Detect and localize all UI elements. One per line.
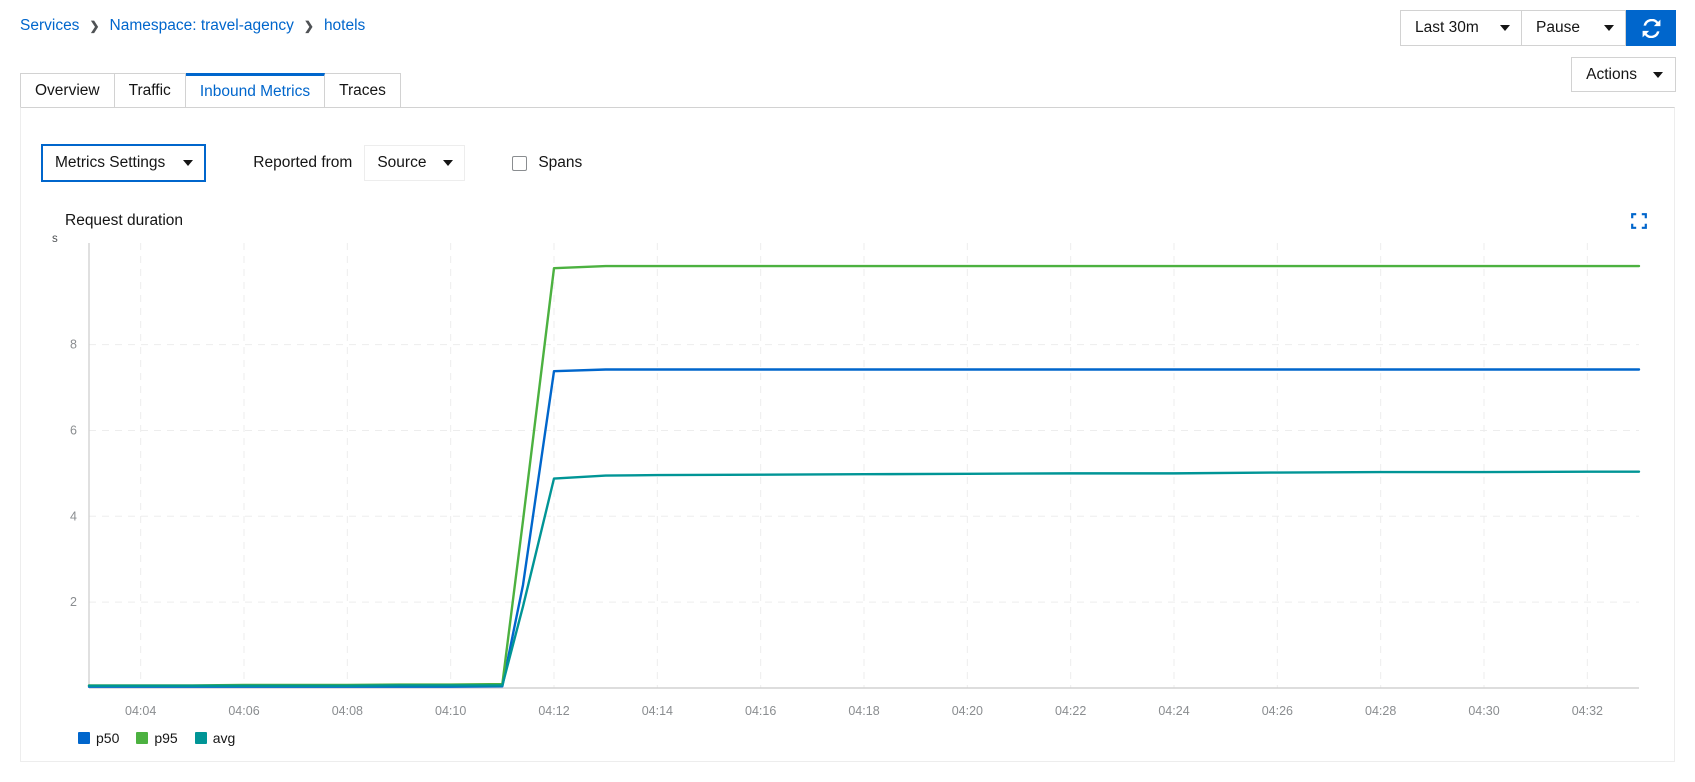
metrics-panel: Metrics Settings Reported from Source Sp… (20, 107, 1675, 762)
refresh-interval-value: Pause (1536, 19, 1580, 36)
actions-row: Actions (1571, 57, 1676, 92)
breadcrumb-item-service[interactable]: hotels (324, 17, 365, 35)
svg-text:4: 4 (70, 509, 77, 523)
svg-text:04:26: 04:26 (1262, 704, 1293, 718)
chevron-down-icon (1653, 71, 1663, 78)
chevron-down-icon (183, 160, 194, 166)
actions-dropdown[interactable]: Actions (1571, 57, 1676, 92)
legend-label: p50 (96, 730, 120, 746)
legend-swatch (78, 732, 90, 744)
tab-traffic[interactable]: Traffic (114, 73, 186, 108)
spans-checkbox-group[interactable]: Spans (512, 154, 582, 172)
svg-text:04:08: 04:08 (332, 704, 363, 718)
metrics-toolbar: Metrics Settings Reported from Source Sp… (40, 144, 582, 182)
tab-traces[interactable]: Traces (325, 73, 401, 108)
tab-label: Overview (35, 82, 100, 99)
svg-text:04:20: 04:20 (952, 704, 983, 718)
tab-overview[interactable]: Overview (20, 73, 115, 108)
legend-swatch (136, 732, 149, 744)
chart-area: 2 4 6 8 04:04 04:06 04:08 04:10 04:12 04:14 04:16 0… (21, 233, 1676, 763)
breadcrumb-separator: ❯ (303, 19, 314, 33)
metrics-settings-dropdown[interactable]: Metrics Settings (40, 144, 207, 182)
svg-text:04:32: 04:32 (1572, 704, 1603, 718)
chevron-down-icon (443, 160, 454, 166)
svg-text:04:28: 04:28 (1365, 704, 1396, 718)
svg-text:04:24: 04:24 (1158, 704, 1189, 718)
svg-text:2: 2 (70, 595, 77, 609)
svg-text:04:16: 04:16 (745, 704, 776, 718)
chart-title: Request duration (65, 212, 184, 229)
tab-label: Inbound Metrics (199, 83, 311, 100)
legend-item-p95[interactable]: p95 (136, 730, 178, 746)
expand-icon[interactable] (1631, 213, 1647, 229)
reported-from-value: Source (377, 154, 427, 171)
tab-label: Traffic (128, 82, 171, 99)
chevron-down-icon (1500, 25, 1510, 31)
svg-text:04:04: 04:04 (125, 704, 156, 718)
actions-label: Actions (1586, 65, 1637, 83)
breadcrumb: Services ❯ Namespace: travel-agency ❯ ho… (20, 17, 365, 35)
svg-text:04:06: 04:06 (228, 704, 259, 718)
top-bar: Services ❯ Namespace: travel-agency ❯ ho… (0, 0, 1695, 54)
legend-item-avg[interactable]: avg (194, 730, 236, 746)
request-duration-chart: 2 4 6 8 04:04 04:06 04:08 04:10 04:12 04:14 04:16 0… (70, 243, 1641, 718)
refresh-button[interactable] (1626, 10, 1676, 46)
svg-text:04:30: 04:30 (1468, 704, 1499, 718)
reported-from-dropdown[interactable]: Source (364, 145, 466, 181)
chart-legend: p50 p95 avg (78, 730, 235, 746)
svg-text:04:18: 04:18 (848, 704, 879, 718)
svg-text:04:10: 04:10 (435, 704, 466, 718)
breadcrumb-item-services[interactable]: Services (20, 17, 79, 35)
time-range-dropdown[interactable]: Last 30m (1400, 10, 1522, 46)
legend-label: p95 (154, 730, 178, 746)
metrics-settings-label: Metrics Settings (55, 154, 166, 171)
legend-item-p50[interactable]: p50 (78, 730, 119, 746)
svg-text:6: 6 (70, 423, 77, 437)
svg-text:8: 8 (70, 338, 77, 352)
svg-text:04:12: 04:12 (538, 704, 569, 718)
tab-inbound-metrics[interactable]: Inbound Metrics (185, 73, 326, 108)
refresh-interval-dropdown[interactable]: Pause (1522, 10, 1626, 46)
svg-text:04:14: 04:14 (642, 704, 673, 718)
tab-bar: Overview Traffic Inbound Metrics Traces (20, 72, 401, 108)
chevron-down-icon (1604, 25, 1614, 31)
spans-checkbox[interactable] (512, 155, 528, 171)
reported-from-label: Reported from (253, 154, 353, 171)
legend-label: avg (212, 730, 236, 746)
breadcrumb-item-namespace[interactable]: Namespace: travel-agency (110, 17, 294, 35)
tab-label: Traces (339, 82, 386, 99)
legend-swatch (194, 732, 207, 744)
header-controls: Last 30m Pause (1400, 10, 1676, 46)
spans-label: Spans (538, 154, 583, 171)
svg-text:04:22: 04:22 (1055, 704, 1086, 718)
breadcrumb-separator: ❯ (89, 19, 100, 33)
refresh-icon (1642, 18, 1660, 38)
time-range-value: Last 30m (1415, 19, 1479, 36)
